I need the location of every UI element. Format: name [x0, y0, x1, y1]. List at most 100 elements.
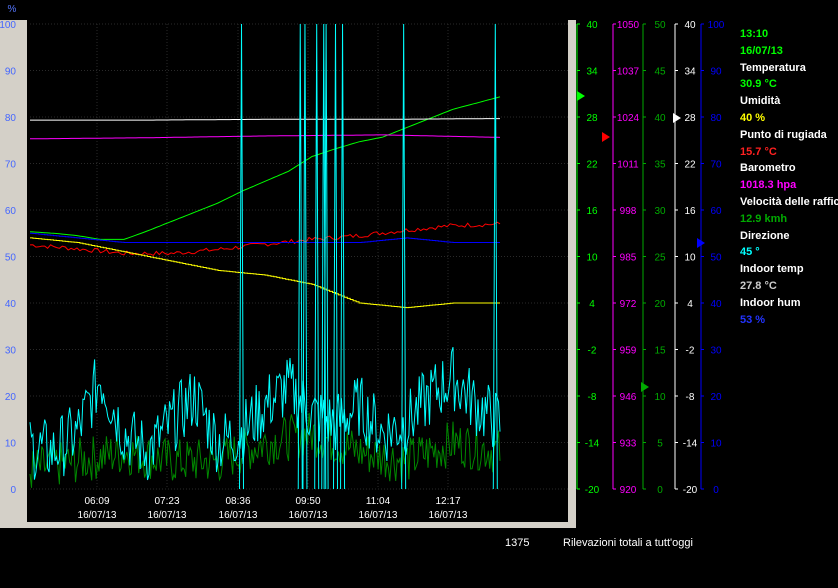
left-axis-tick: 90 [5, 67, 17, 78]
right-axis-tick-indoor_temp: 34 [684, 67, 696, 78]
value-dewpoint: 15.7 °C [740, 145, 777, 158]
right-axis-tick-indoor_hum: 70 [710, 160, 722, 171]
label-barometer: Barometro [740, 162, 796, 175]
right-axis-tick-wind_speed: 25 [654, 253, 666, 264]
right-axis-tick-pressure: 1037 [617, 67, 640, 78]
panel-time: 13:10 [740, 28, 769, 40]
label-dewpoint: Punto di rugiada [740, 128, 827, 141]
right-axis-tick-indoor_temp: 28 [684, 113, 696, 124]
right-axis-tick-indoor_hum: 30 [710, 346, 722, 357]
right-axis-tick-wind_speed: 35 [654, 160, 666, 171]
right-axis-tick-temperature: 28 [586, 113, 598, 124]
right-axis-tick-temperature: 40 [586, 20, 598, 31]
left-axis-tick: 0 [10, 485, 16, 496]
right-axis-tick-wind_speed: 50 [654, 20, 666, 31]
label-direction: Direzione [740, 229, 790, 242]
right-axis-tick-indoor_temp: 16 [684, 206, 696, 217]
left-axis-tick: 80 [5, 113, 17, 124]
value-direction: 45 ° [740, 246, 760, 259]
x-tick-date: 16/07/13 [78, 510, 117, 521]
value-gust: 12.9 kmh [740, 212, 788, 225]
right-axis-tick-indoor_hum: 40 [710, 299, 722, 310]
x-tick-time: 07:23 [154, 496, 179, 507]
left-axis-tick: 60 [5, 206, 17, 217]
label-humidity: Umidità [740, 95, 781, 108]
plot-area [27, 20, 568, 522]
value-temperature: 30.9 °C [740, 78, 777, 91]
x-tick-time: 08:36 [225, 496, 250, 507]
footer-text: Rilevazioni totali a tutt'oggi [563, 537, 693, 549]
right-axis-tick-indoor_hum: 10 [710, 439, 722, 450]
right-axis-tick-temperature: 22 [586, 160, 598, 171]
left-axis-tick: 10 [5, 439, 17, 450]
label-indoor-hum: Indoor hum [740, 296, 801, 309]
right-axis-tick-wind_speed: 45 [654, 67, 666, 78]
right-axis-tick-temperature: 34 [586, 67, 598, 78]
x-tick-time: 09:50 [295, 496, 320, 507]
axis-marker [673, 113, 681, 123]
right-axis-tick-temperature: 4 [589, 299, 595, 310]
value-humidity: 40 % [740, 111, 766, 124]
right-axis-tick-pressure: 959 [620, 346, 637, 357]
right-axis-tick-indoor_hum: 90 [710, 67, 722, 78]
right-axis-tick-temperature: 10 [586, 253, 598, 264]
axis-marker [602, 132, 610, 142]
left-axis-unit: % [8, 4, 17, 15]
right-axis-tick-indoor_temp: -20 [683, 485, 698, 496]
right-axis-tick-indoor_hum: 50 [710, 253, 722, 264]
x-tick-date: 16/07/13 [148, 510, 187, 521]
x-tick-time: 11:04 [366, 496, 391, 507]
right-axis-tick-indoor_hum: 100 [708, 20, 725, 31]
value-barometer: 1018.3 hpa [740, 179, 797, 192]
right-axis-tick-wind_speed: 30 [654, 206, 666, 217]
right-axis-tick-wind_speed: 40 [654, 113, 666, 124]
label-gust: Velocità delle raffiche [740, 195, 838, 208]
axis-marker [641, 382, 649, 392]
x-tick-date: 16/07/13 [429, 510, 468, 521]
right-axis-tick-pressure: 998 [620, 206, 637, 217]
weather-chart: 06:09 16/07/13 07:23 16/07/13 08:36 16/07/13 0… [0, 4, 725, 528]
right-axis-tick-pressure: 1011 [617, 160, 639, 171]
left-axis-tick: 40 [5, 299, 17, 310]
left-axis-tick: 20 [5, 392, 17, 403]
x-tick-time: 12:17 [435, 496, 460, 507]
right-axis-tick-wind_speed: 0 [657, 485, 663, 496]
panel-date: 16/07/13 [740, 44, 783, 57]
right-axis-tick-temperature: -2 [588, 346, 597, 357]
right-axis-tick-pressure: 946 [620, 392, 637, 403]
label-indoor-temp: Indoor temp [740, 263, 804, 276]
right-axis-tick-indoor_hum: 0 [713, 485, 719, 496]
right-axis-tick-pressure: 1050 [617, 20, 640, 31]
right-axis-tick-wind_speed: 5 [657, 439, 663, 450]
right-axis-tick-pressure: 933 [620, 439, 637, 450]
right-axis-tick-indoor_temp: 22 [684, 160, 696, 171]
label-temperature: Temperatura [740, 61, 806, 74]
right-axis-tick-wind_speed: 20 [654, 299, 666, 310]
right-axis-tick-wind_speed: 15 [654, 346, 666, 357]
right-axis-tick-indoor_temp: -2 [686, 346, 695, 357]
axis-marker [577, 91, 585, 101]
x-tick-time: 06:09 [84, 496, 109, 507]
footer-count: 1375 [505, 537, 530, 549]
readout-panel: 13:10 16/07/13 Temperatura 30.9 °C Umidi… [740, 26, 838, 328]
right-axis-tick-wind_speed: 10 [654, 392, 666, 403]
right-axis-tick-indoor_temp: -14 [683, 439, 698, 450]
right-axis-tick-pressure: 972 [620, 299, 637, 310]
right-axis-tick-indoor_temp: 10 [684, 253, 696, 264]
right-axis-tick-indoor_temp: -8 [686, 392, 695, 403]
value-indoor-hum: 53 % [740, 313, 766, 326]
right-axis-tick-temperature: -8 [588, 392, 597, 403]
right-axis-tick-indoor_temp: 40 [684, 20, 696, 31]
x-tick-date: 16/07/13 [219, 510, 258, 521]
x-tick-date: 16/07/13 [289, 510, 328, 521]
left-axis-tick: 50 [5, 253, 17, 264]
value-indoor-temp: 27.8 °C [740, 279, 777, 292]
left-axis-tick: 70 [5, 160, 17, 171]
right-axis-tick-indoor_hum: 60 [710, 206, 722, 217]
left-axis-tick: 30 [5, 346, 17, 357]
left-axis-tick: 100 [0, 20, 16, 31]
right-axis-tick-temperature: -14 [585, 439, 600, 450]
right-axis-tick-pressure: 920 [620, 485, 637, 496]
right-axis-tick-temperature: 16 [586, 206, 598, 217]
right-axis-tick-indoor_temp: 4 [687, 299, 693, 310]
